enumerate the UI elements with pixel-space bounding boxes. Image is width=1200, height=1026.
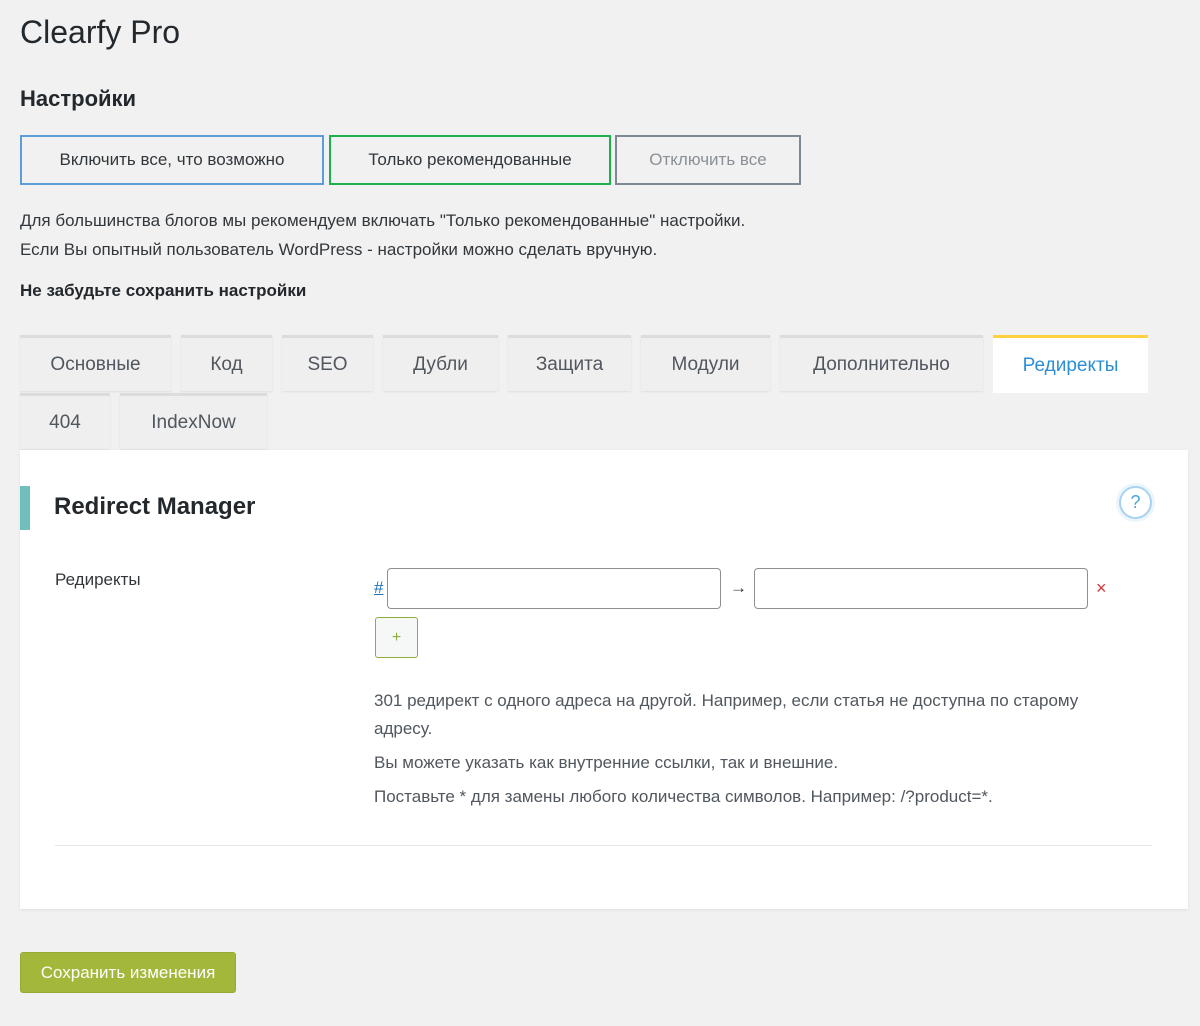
redirect-help-text: 301 редирект с одного адреса на другой. … xyxy=(374,687,1134,817)
intro-line: Если Вы опытный пользователь WordPress -… xyxy=(20,240,658,259)
settings-title: Настройки xyxy=(20,86,137,111)
panel-divider xyxy=(55,845,1152,846)
tab-protection[interactable]: Защита xyxy=(508,335,631,391)
redirect-manager-panel: Redirect Manager ? Редиректы # → × + 301… xyxy=(20,450,1188,909)
hash-link[interactable]: # xyxy=(374,578,383,598)
add-redirect-button[interactable]: + xyxy=(375,617,418,658)
tab-404[interactable]: 404 xyxy=(20,393,110,449)
intro-text: Для большинства блогов мы рекомендуем вк… xyxy=(20,206,745,264)
redirects-field-label: Редиректы xyxy=(55,570,141,589)
redirect-to-input[interactable] xyxy=(754,568,1088,609)
tab-redirects[interactable]: Редиректы xyxy=(993,335,1148,393)
disable-all-button[interactable]: Отключить все xyxy=(615,135,801,185)
tab-seo[interactable]: SEO xyxy=(282,335,373,391)
tab-code[interactable]: Код xyxy=(181,335,272,391)
arrow-icon: → xyxy=(730,578,747,597)
redirect-from-input[interactable] xyxy=(387,568,721,609)
help-line: Вы можете указать как внутренние ссылки,… xyxy=(374,753,839,772)
tab-indexnow[interactable]: IndexNow xyxy=(120,393,267,449)
enable-all-button[interactable]: Включить все, что возможно xyxy=(20,135,324,185)
intro-line: Для большинства блогов мы рекомендуем вк… xyxy=(20,211,746,230)
tab-additional[interactable]: Дополнительно xyxy=(780,335,983,391)
help-icon[interactable]: ? xyxy=(1119,486,1152,519)
save-reminder: Не забудьте сохранить настройки xyxy=(20,281,307,300)
recommended-only-button[interactable]: Только рекомендованные xyxy=(329,135,611,185)
remove-icon[interactable]: × xyxy=(1096,578,1107,599)
help-line: Поставьте * для замены любого количества… xyxy=(374,787,993,806)
panel-title: Redirect Manager xyxy=(54,493,256,520)
app-title: Clearfy Pro xyxy=(20,14,181,50)
tab-main[interactable]: Основные xyxy=(20,335,171,391)
tab-duplicates[interactable]: Дубли xyxy=(383,335,498,391)
tab-modules[interactable]: Модули xyxy=(641,335,770,391)
save-changes-button[interactable]: Сохранить изменения xyxy=(20,952,236,993)
panel-accent-bar xyxy=(20,486,30,530)
help-line: 301 редирект с одного адреса на другой. … xyxy=(374,691,1079,738)
